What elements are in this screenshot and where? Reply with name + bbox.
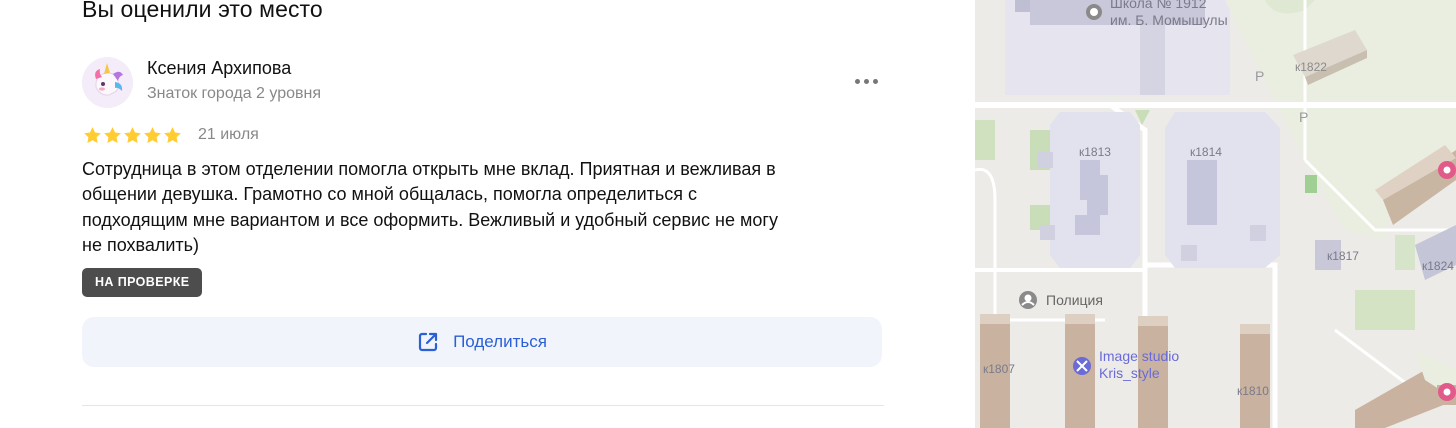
star-icon xyxy=(104,127,121,144)
map-label-building: к1822 xyxy=(1295,60,1327,74)
page-title: Вы оценили это место xyxy=(82,0,323,22)
beauty-pin-icon[interactable] xyxy=(1438,383,1456,401)
review-panel: Вы оценили это место Ксения Архипова Зна… xyxy=(0,0,975,428)
review-text: Сотрудница в этом отделении помогла откр… xyxy=(82,157,882,258)
more-dots-icon[interactable] xyxy=(853,72,883,92)
star-icon xyxy=(164,127,181,144)
star-icon xyxy=(124,127,141,144)
review-text-line: общении девушка. Грамотно со мной общала… xyxy=(82,184,698,205)
map-label-building: к1814 xyxy=(1190,145,1222,159)
map-label-building: к1813 xyxy=(1079,145,1111,159)
police-icon[interactable] xyxy=(1019,291,1037,309)
review-text-line: не похвалить) xyxy=(82,234,200,255)
map-label-building: к1824 xyxy=(1422,259,1454,273)
external-share-icon xyxy=(418,332,438,352)
map-label-building: к1817 xyxy=(1327,249,1359,263)
star-icon xyxy=(84,127,101,144)
scissors-icon[interactable] xyxy=(1073,357,1091,375)
beauty-pin-icon[interactable] xyxy=(1438,161,1456,179)
map-label-police: Полиция xyxy=(1046,292,1103,308)
parking-icon: P xyxy=(1255,68,1264,84)
user-avatar[interactable] xyxy=(82,57,133,108)
review-date: 21 июля xyxy=(198,126,259,143)
share-button[interactable]: Поделиться xyxy=(82,317,882,367)
status-badge: НА ПРОВЕРКЕ xyxy=(82,268,203,297)
map-label-building: к1810 xyxy=(1237,384,1269,398)
school-icon[interactable] xyxy=(1086,4,1102,20)
map-label-studio: Image studio xyxy=(1099,348,1179,364)
rating-stars xyxy=(83,126,182,146)
share-label: Поделиться xyxy=(453,332,547,351)
map-label-building: к1807 xyxy=(983,362,1015,376)
map-canvas[interactable]: Школа № 1912 им. Б. Момышулы к1822 P P к… xyxy=(975,0,1456,428)
map-label-school: Школа № 1912 xyxy=(1110,0,1207,11)
review-text-line: Сотрудница в этом отделении помогла откр… xyxy=(82,159,776,179)
map-view[interactable]: Школа № 1912 им. Б. Момышулы к1822 P P к… xyxy=(975,0,1456,428)
map-label-school-name: им. Б. Момышулы xyxy=(1110,12,1228,28)
unicorn-avatar-icon xyxy=(82,57,133,108)
star-icon xyxy=(144,127,161,144)
parking-icon: P xyxy=(1299,109,1308,125)
review-author-name[interactable]: Ксения Архипова xyxy=(147,58,291,79)
author-level: Знаток города 2 уровня xyxy=(147,85,322,102)
divider xyxy=(82,405,884,406)
review-text-line: подходящим мне вариантом и все оформить.… xyxy=(82,209,778,230)
map-label-studio-name: Kris_style xyxy=(1099,365,1160,381)
